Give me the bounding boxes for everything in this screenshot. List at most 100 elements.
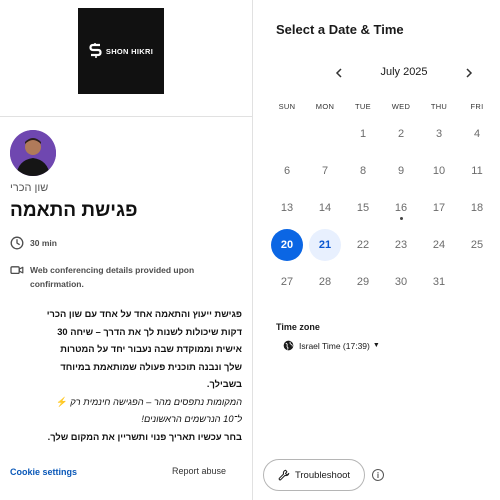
section-divider [0,116,253,117]
scheduling-panel: Select a Date & Time July 2025 SUN MON TUE… [253,0,500,500]
calendar-day: 14 [309,192,341,224]
weekday-header: TUE [355,102,371,111]
day-number: 22 [356,239,370,251]
day-number: 11 [471,165,483,177]
day-number: 24 [432,239,446,251]
calendar-day: 29 [347,266,379,298]
day-number: 1 [359,128,367,140]
day-number: 23 [394,239,408,251]
timezone-select[interactable]: Israel Time (17:39) ▼ [283,340,380,351]
caret-down-icon: ▼ [372,342,380,349]
lightning-icon: ⚡ [56,396,68,407]
calendar-day: 1 [347,118,379,150]
day-number: 21 [318,239,332,251]
day-number: 8 [359,165,367,177]
day-number: 25 [470,239,484,251]
calendar-day-selected[interactable]: 20 [271,229,303,261]
calendar-day: 15 [347,192,379,224]
troubleshoot-button[interactable]: Troubleshoot [263,459,365,491]
calendar-day: 22 [347,229,379,261]
calendar-day: 7 [309,155,341,187]
calendar-day: 2 [385,118,417,150]
month-navigator: July 2025 [331,64,477,82]
host-name: שון הכרי [10,182,49,194]
day-number: 28 [318,276,332,288]
cookie-settings-link[interactable]: Cookie settings [10,467,77,477]
weekday-header: SUN [278,102,296,111]
event-description: פגישת ייעוץ והתאמה אחד על אחד עם שון הכר… [10,306,242,446]
day-number: 20 [280,239,294,251]
day-number: 3 [435,128,443,140]
today-indicator [399,217,403,220]
calendar-day: 31 [423,266,455,298]
promo-text: המקומות נתפסים מהר – הפגישה חינמית רק [70,396,242,407]
event-title: פגישת התאמה [10,200,138,221]
weekday-header: THU [430,102,448,111]
clock-icon [10,236,24,250]
day-number: 4 [473,128,481,140]
day-number: 18 [470,202,484,214]
calendar-day: 24 [423,229,455,261]
event-details-panel: SHON HIKRI שון הכרי פגישת התאמה 30 min W… [0,0,253,500]
calendar-day: 9 [385,155,417,187]
calendar-day: 17 [423,192,455,224]
promo-line: המקומות נתפסים מהר – הפגישה חינמית רק ⚡ [10,394,242,412]
day-number: 27 [280,276,294,288]
day-number: 29 [356,276,370,288]
weekday-header: FRI [470,102,484,111]
next-month-button[interactable] [461,64,477,82]
logo-mark-icon [89,42,102,58]
calendar-day: 4 [461,118,493,150]
day-number: 15 [356,202,370,214]
day-number: 31 [432,276,446,288]
description-line: דקות שיכולות לשנות לך את הדרך – שיחה 30 [57,326,242,337]
globe-icon [283,340,294,351]
calendar-day: 11 [461,155,493,187]
calendar-day: 8 [347,155,379,187]
calendar-day: 25 [461,229,493,261]
calendar-day: 16 [385,192,417,224]
day-number: 6 [283,165,291,177]
calendar-day: 30 [385,266,417,298]
calendar-day: 6 [271,155,303,187]
description-line: בשבילך. [206,379,242,389]
weekday-header: MON [315,102,335,111]
panel-title: Select a Date & Time [276,22,404,37]
calendar-day-available[interactable]: 21 [309,229,341,261]
calendar-day: 13 [271,192,303,224]
calendar-day: 10 [423,155,455,187]
video-camera-icon [10,266,24,275]
day-number: 2 [397,128,405,140]
day-number: 13 [280,202,294,214]
day-number: 17 [432,202,446,214]
month-label: July 2025 [380,66,428,78]
day-number: 10 [432,165,446,177]
description-line: שלך ונבנה תוכנית פעולה שמותאמת במיוחד [60,361,242,372]
logo-text: SHON HIKRI [105,46,154,56]
calendar-day: 28 [309,266,341,298]
day-number: 16 [394,202,408,214]
troubleshoot-label: Troubleshoot [294,469,351,481]
chevron-right-icon [466,68,473,78]
day-number: 9 [397,165,405,177]
duration-row: 30 min [10,236,57,250]
calendar-day: 23 [385,229,417,261]
wrench-icon [278,469,290,481]
calendar-day: 3 [423,118,455,150]
day-number: 7 [321,165,329,177]
description-line: אישית וממוקדת שבה נעבור יחד על המטרות [60,344,242,354]
description-line: בחר עכשיו תאריך פנוי ותשריין את המקום של… [47,431,242,442]
timezone-value: Israel Time (17:39) [299,340,370,351]
conferencing-row: Web conferencing details provided upon c… [10,263,240,291]
calendar-day: 27 [271,266,303,298]
avatar-portrait [10,130,56,176]
host-avatar [10,130,56,176]
info-icon[interactable]: i [372,469,384,481]
calendar-day: 18 [461,192,493,224]
description-line: פגישת ייעוץ והתאמה אחד על אחד עם שון הכר… [46,309,242,319]
weekday-header: WED [391,102,411,111]
conferencing-text: Web conferencing details provided upon c… [30,265,195,289]
duration-text: 30 min [30,238,57,248]
report-abuse-link[interactable]: Report abuse [172,466,226,476]
day-number: 14 [318,202,332,214]
